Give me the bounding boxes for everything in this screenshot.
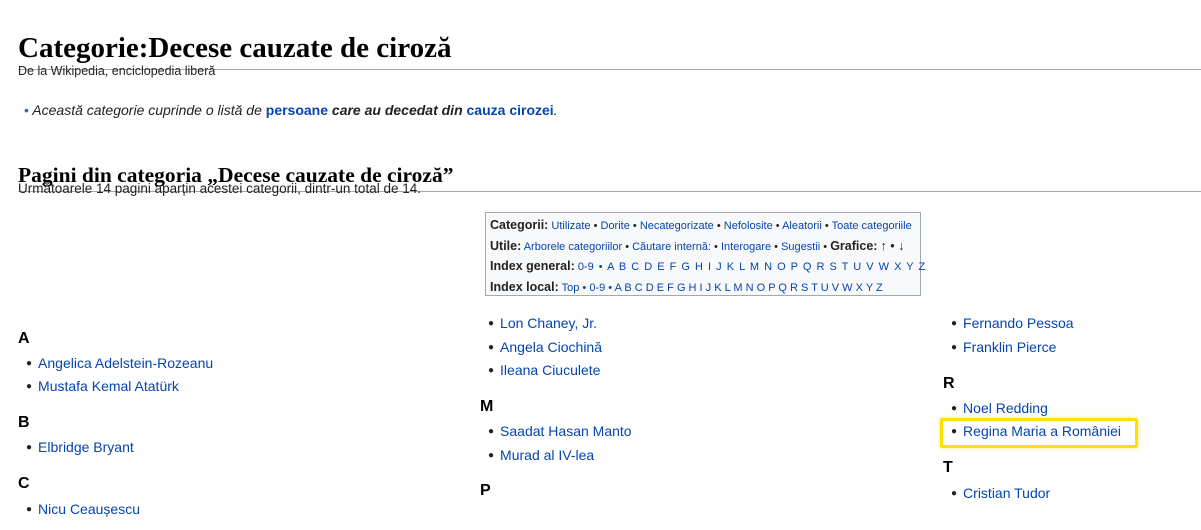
- page-link[interactable]: Saadat Hasan Manto: [500, 423, 632, 439]
- notice-middle: care au decedat din: [328, 102, 467, 118]
- page-link[interactable]: Lon Chaney, Jr.: [500, 315, 597, 331]
- list-item: ● Angelica Adelstein-Rozeanu: [26, 355, 213, 371]
- bullet-icon: •: [24, 102, 29, 118]
- page-link[interactable]: Elbridge Bryant: [38, 439, 134, 455]
- index-general-label: Index general:: [490, 259, 575, 273]
- bullet-icon: ●: [951, 488, 958, 499]
- letter-heading-a: A: [18, 330, 30, 347]
- list-item: ● Murad al IV-lea: [488, 447, 594, 463]
- cauza-cirozei-link[interactable]: cauza cirozei: [467, 102, 554, 118]
- letter-heading-p: P: [480, 482, 491, 499]
- notice-suffix: .: [553, 102, 558, 118]
- list-item: ● Saadat Hasan Manto: [488, 423, 632, 439]
- category-navbox: Categorii: Utilizate • Dorite • Necatego…: [485, 212, 925, 298]
- nav-link-cautare[interactable]: Căutare internă:: [632, 241, 711, 253]
- utile-label: Utile:: [490, 238, 522, 253]
- bullet-icon: ●: [951, 318, 958, 329]
- site-tagline: De la Wikipedia, enciclopedia liberă: [18, 64, 216, 78]
- index-local-label: Index local:: [490, 279, 559, 294]
- list-item: ● Angela Ciochină: [488, 339, 602, 355]
- bullet-icon: ●: [488, 365, 495, 376]
- list-item: ● Noel Redding: [951, 400, 1048, 416]
- highlight-box: [940, 418, 1138, 448]
- letter-heading-r: R: [943, 375, 955, 392]
- category-column-1: A ● Angelica Adelstein-Rozeanu ● Mustafa K…: [18, 320, 438, 530]
- categorii-label: Categorii:: [490, 218, 549, 232]
- navbox-row-utile: Utile: Arborele categoriilor • Căutare i…: [490, 238, 905, 253]
- page-link[interactable]: Noel Redding: [963, 400, 1048, 416]
- nav-link-necategorizate[interactable]: Necategorizate: [640, 220, 714, 232]
- list-item: ● Nicu Ceaușescu: [26, 501, 140, 517]
- bullet-icon: ●: [488, 450, 495, 461]
- notice-prefix: Această categorie cuprinde o listă de: [32, 102, 266, 118]
- page-link[interactable]: Ileana Ciuculete: [500, 362, 600, 378]
- nav-link-aleatorii[interactable]: Aleatorii: [782, 220, 822, 232]
- letter-heading-t: T: [943, 459, 953, 476]
- list-item: ● Elbridge Bryant: [26, 439, 134, 455]
- bullet-icon: ●: [26, 381, 33, 392]
- bullet-icon: ●: [951, 342, 958, 353]
- bullet-icon: ●: [26, 442, 33, 453]
- list-item: ● Cristian Tudor: [951, 485, 1050, 501]
- nav-link-sugestii[interactable]: Sugestii: [781, 241, 820, 253]
- page-link[interactable]: Murad al IV-lea: [500, 447, 594, 463]
- navbox-row-categorii: Categorii: Utilizate • Dorite • Necatego…: [490, 218, 912, 232]
- bullet-icon: ●: [488, 426, 495, 437]
- page-count-text: Următoarele 14 pagini aparțin acestei ca…: [18, 181, 421, 196]
- letter-heading-b: B: [18, 414, 30, 431]
- category-notice: • Această categorie cuprinde o listă de …: [24, 102, 558, 118]
- list-item: ● Franklin Pierce: [951, 339, 1056, 355]
- category-column-2: ● Lon Chaney, Jr. ● Angela Ciochină ● Ilean…: [480, 310, 900, 530]
- bullet-icon: ●: [488, 318, 495, 329]
- page-link[interactable]: Angela Ciochină: [500, 339, 602, 355]
- list-item: ● Ileana Ciuculete: [488, 362, 600, 378]
- nav-link-dorite[interactable]: Dorite: [601, 220, 630, 232]
- bullet-icon: ●: [488, 342, 495, 353]
- letter-heading-c: C: [18, 475, 30, 492]
- grafice-label: Grafice:: [830, 238, 878, 253]
- bullet-icon: ●: [26, 358, 33, 369]
- page-link[interactable]: Franklin Pierce: [963, 339, 1056, 355]
- nav-link-utilizate[interactable]: Utilizate: [551, 220, 590, 232]
- page-link[interactable]: Mustafa Kemal Atatürk: [38, 378, 179, 394]
- nav-link-interogare[interactable]: Interogare: [721, 241, 771, 253]
- navbox-row-index-local: Index local: Top • 0-9 • A B C D E F G H…: [490, 277, 916, 298]
- page-link[interactable]: Cristian Tudor: [963, 485, 1050, 501]
- nav-link-toate-categoriile[interactable]: Toate categoriile: [832, 220, 912, 232]
- list-item: ● Fernando Pessoa: [951, 315, 1074, 331]
- page-link[interactable]: Nicu Ceaușescu: [38, 501, 140, 517]
- index-general-links[interactable]: 0-9 • A B C D E F G H I J K L M N O P Q …: [578, 261, 925, 273]
- page-link[interactable]: Fernando Pessoa: [963, 315, 1074, 331]
- page-link[interactable]: Angelica Adelstein-Rozeanu: [38, 355, 213, 371]
- list-item: ● Lon Chaney, Jr.: [488, 315, 597, 331]
- navbox-row-index-general: Index general: 0-9 • A B C D E F G H I J…: [490, 256, 925, 277]
- index-local-links[interactable]: Top • 0-9 • A B C D E F G H I J K L M N …: [562, 282, 883, 294]
- bullet-icon: ●: [26, 504, 33, 515]
- persoane-link[interactable]: persoane: [266, 102, 328, 118]
- nav-link-arborele[interactable]: Arborele categoriilor: [524, 241, 622, 253]
- nav-link-nefolosite[interactable]: Nefolosite: [724, 220, 773, 232]
- list-item: ● Mustafa Kemal Atatürk: [26, 378, 179, 394]
- letter-heading-m: M: [480, 398, 494, 415]
- bullet-icon: ●: [951, 403, 958, 414]
- grafice-arrows[interactable]: ↑ • ↓: [881, 239, 905, 253]
